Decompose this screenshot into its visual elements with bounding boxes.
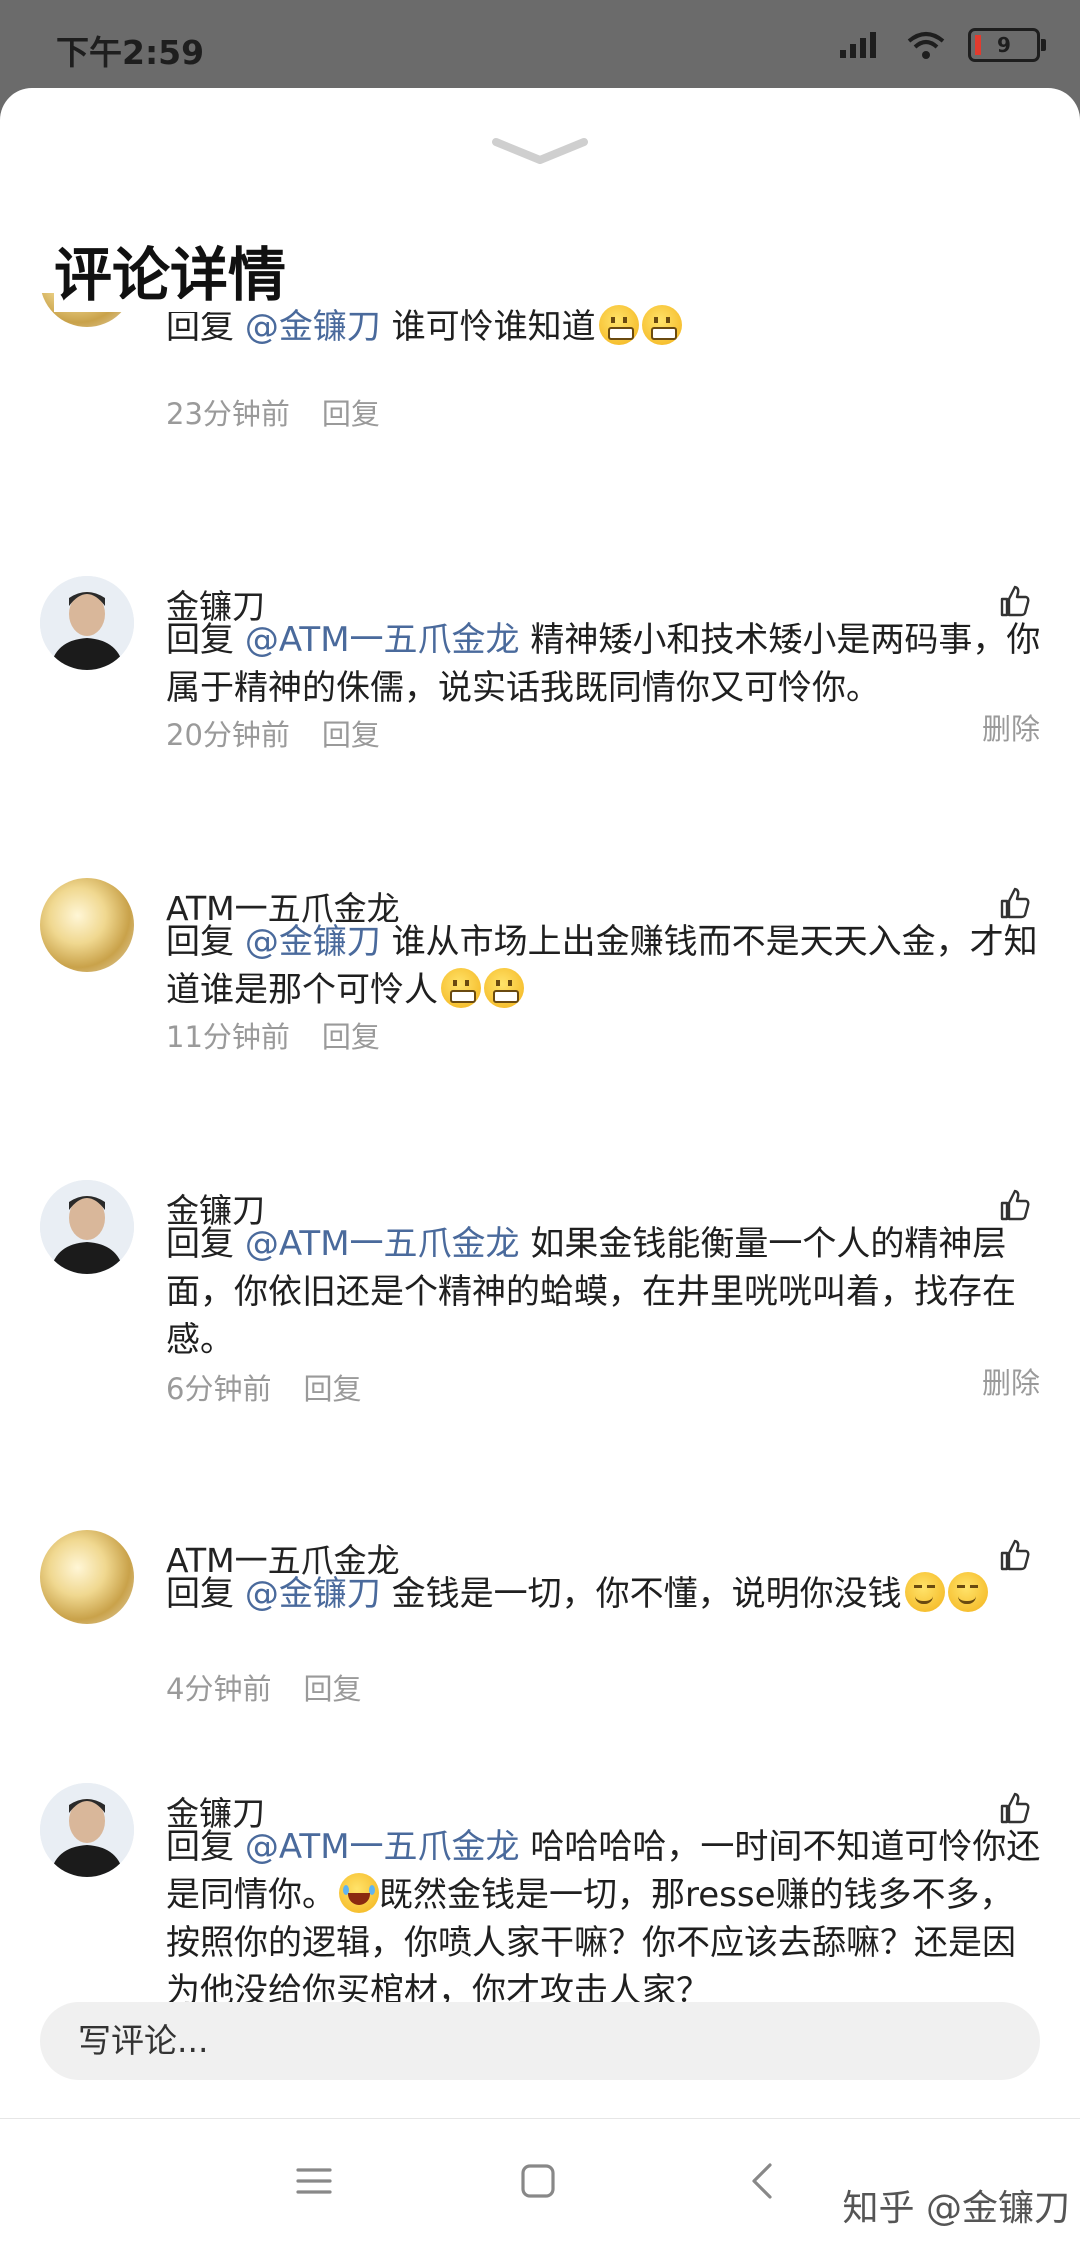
comment-text: 回复 @ATM一五爪金龙 精神矮小和技术矮小是两码事，你属于精神的侏儒，说实话我… bbox=[166, 620, 1041, 708]
reply-button[interactable]: 回复 bbox=[303, 1372, 361, 1406]
reply-button[interactable]: 回复 bbox=[322, 1020, 380, 1054]
back-icon[interactable] bbox=[742, 2159, 786, 2203]
reply-button[interactable]: 回复 bbox=[322, 397, 380, 431]
mention-link[interactable]: @ATM一五爪金龙 bbox=[245, 620, 520, 660]
comment-text: 回复 @ATM一五爪金龙 哈哈哈哈，一时间不知道可怜你还是同情你。 既然金钱是一切… bbox=[166, 1827, 1041, 2011]
thumbs-up-icon[interactable] bbox=[998, 584, 1032, 618]
status-time: 下午2:59 bbox=[56, 33, 205, 72]
collapse-chevron-icon[interactable] bbox=[490, 134, 590, 168]
mention-link[interactable]: @金镰刀 bbox=[245, 1574, 381, 1614]
page-title: 评论详情 bbox=[54, 228, 287, 312]
watermark: 知乎 @金镰刀 bbox=[842, 2188, 1070, 2229]
mention-link[interactable]: @ATM一五爪金龙 bbox=[245, 1224, 520, 1264]
thumbs-up-icon[interactable] bbox=[998, 1188, 1032, 1222]
grimace-emoji-icon bbox=[641, 305, 682, 345]
comment-time: 23分钟前 bbox=[166, 397, 290, 431]
comment-meta: 23分钟前 回复 bbox=[166, 391, 380, 433]
thumbs-up-icon[interactable] bbox=[998, 1791, 1032, 1825]
battery-icon: 9 bbox=[968, 28, 1046, 62]
comment-time: 4分钟前 bbox=[166, 1672, 272, 1706]
grimace-emoji-icon bbox=[441, 968, 481, 1008]
home-icon[interactable] bbox=[516, 2159, 560, 2203]
avatar[interactable] bbox=[40, 1530, 134, 1624]
comment-time: 6分钟前 bbox=[166, 1372, 272, 1406]
comment-text: 回复 @金镰刀 金钱是一切，你不懂，说明你没钱 bbox=[166, 1570, 1046, 1618]
avatar[interactable] bbox=[40, 1180, 134, 1274]
battery-level: 9 bbox=[997, 33, 1011, 57]
avatar-man-icon bbox=[40, 1783, 134, 1877]
comment-input[interactable]: 写评论... bbox=[40, 2002, 1040, 2080]
battery-low-indicator bbox=[975, 35, 981, 55]
comment-detail-sheet: 评论详情 回复 @金镰刀 谁可怜谁知道 23分钟前 回复 金镰刀 回复 @ATM一 bbox=[0, 88, 1080, 2248]
avatar-man-icon bbox=[40, 1180, 134, 1274]
tears-of-joy-emoji-icon bbox=[339, 1873, 379, 1913]
wifi-icon bbox=[907, 32, 945, 59]
comment-meta: 11分钟前 回复 bbox=[166, 1014, 380, 1056]
mention-link[interactable]: @ATM一五爪金龙 bbox=[245, 1827, 520, 1867]
comment-meta: 4分钟前 回复 bbox=[166, 1666, 361, 1708]
thumbs-up-icon[interactable] bbox=[998, 1538, 1032, 1572]
smirk-emoji-icon bbox=[904, 1572, 945, 1612]
grimace-emoji-icon bbox=[484, 968, 524, 1008]
avatar[interactable] bbox=[40, 1783, 134, 1877]
comment-meta: 6分钟前 回复 bbox=[166, 1366, 361, 1408]
comment-meta: 20分钟前 回复 bbox=[166, 712, 380, 754]
thumbs-up-icon[interactable] bbox=[998, 886, 1032, 920]
menu-icon[interactable] bbox=[292, 2159, 336, 2203]
avatar[interactable] bbox=[40, 878, 134, 972]
comment-list[interactable]: 回复 @金镰刀 谁可怜谁知道 23分钟前 回复 金镰刀 回复 @ATM一五爪金龙 … bbox=[0, 293, 1080, 2073]
avatar-man-icon bbox=[40, 576, 134, 670]
comment-text: 回复 @金镰刀 谁从市场上出金赚钱而不是天天入金，才知道谁是那个可怜人 bbox=[166, 922, 1038, 1010]
status-icons: 9 bbox=[838, 28, 1046, 62]
avatar[interactable] bbox=[40, 576, 134, 670]
comment-time: 20分钟前 bbox=[166, 718, 290, 752]
reply-button[interactable]: 回复 bbox=[322, 718, 380, 752]
grimace-emoji-icon bbox=[598, 305, 639, 345]
mention-link[interactable]: @金镰刀 bbox=[245, 307, 381, 347]
status-bar: 下午2:59 9 bbox=[0, 0, 1080, 90]
comment-text: 回复 @金镰刀 谁可怜谁知道 bbox=[166, 303, 1046, 351]
smirk-emoji-icon bbox=[947, 1572, 988, 1612]
comment-text: 回复 @ATM一五爪金龙 如果金钱能衡量一个人的精神层面，你依旧还是个精神的蛤蟆… bbox=[166, 1224, 1016, 1360]
reply-button[interactable]: 回复 bbox=[303, 1672, 361, 1706]
system-nav-bar: 知乎 @金镰刀 bbox=[0, 2118, 1080, 2248]
comment-time: 11分钟前 bbox=[166, 1020, 290, 1054]
signal-icon bbox=[840, 32, 876, 58]
delete-button[interactable]: 删除 bbox=[982, 706, 1040, 748]
delete-button[interactable]: 删除 bbox=[982, 1360, 1040, 1402]
mention-link[interactable]: @金镰刀 bbox=[245, 922, 381, 962]
